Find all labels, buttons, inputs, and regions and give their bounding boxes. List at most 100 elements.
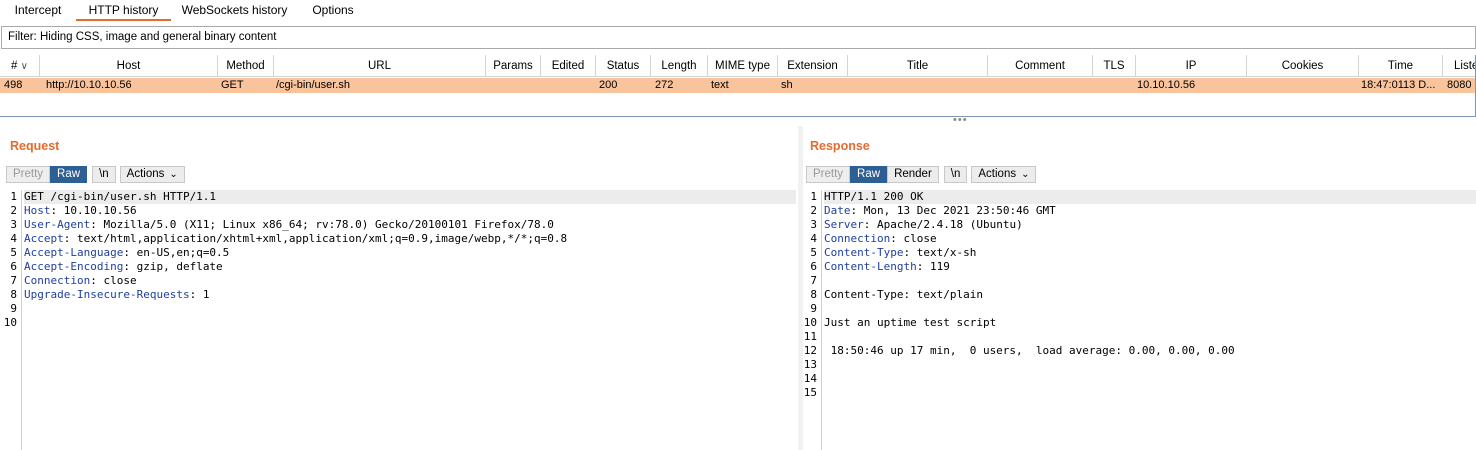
line-number: 12: [803, 344, 817, 357]
header-value: Just an uptime test script: [824, 316, 997, 329]
header-value: GET /cgi-bin/user.sh HTTP/1.1: [24, 190, 217, 203]
editor-line: Upgrade-Insecure-Requests: 1: [24, 288, 796, 302]
request-pretty-button[interactable]: Pretty: [6, 165, 51, 183]
header-value: : text/x-sh: [903, 246, 977, 259]
header-value: : close: [90, 274, 137, 287]
response-line-gutter: 1 2 3 4 5 6 7 8 9 10 11 12 13 14 15: [800, 190, 822, 450]
response-editor[interactable]: 1 2 3 4 5 6 7 8 9 10 11 12 13 14 15 HTTP/1.1 200 OK Dat…: [800, 190, 1476, 450]
column-header-host[interactable]: Host: [40, 55, 218, 77]
header-value: : 10.10.10.56: [50, 204, 137, 217]
line-number: 11: [803, 330, 817, 343]
cell-comment: [988, 78, 1093, 93]
header-name: Content-Type: [824, 246, 904, 259]
header-value: HTTP/1.1 200 OK: [824, 190, 924, 203]
column-header-ip[interactable]: IP: [1136, 55, 1247, 77]
line-number: 8: [10, 288, 17, 301]
filter-bar[interactable]: Filter: Hiding CSS, image and general bi…: [1, 26, 1476, 49]
column-header-time[interactable]: Time: [1359, 55, 1443, 77]
header-name: Host: [24, 204, 51, 217]
cell-method: GET: [221, 79, 244, 91]
response-view-toggle: Pretty Raw Render: [806, 165, 939, 183]
header-name: Server: [824, 218, 864, 231]
cell-listener: 8080: [1447, 79, 1472, 91]
line-number: 9: [10, 302, 17, 315]
editor-line: Content-Type: text/plain: [824, 288, 1476, 302]
column-header-cookies[interactable]: Cookies: [1247, 55, 1359, 77]
line-number: 7: [810, 274, 817, 287]
split-divider-handle[interactable]: •••: [953, 115, 968, 126]
column-header-comment[interactable]: Comment: [988, 55, 1093, 77]
header-name: Accept: [24, 232, 64, 245]
column-header-length[interactable]: Length: [651, 55, 708, 77]
line-number: 3: [810, 218, 817, 231]
column-header-title[interactable]: Title: [848, 55, 988, 77]
line-number: 2: [10, 204, 17, 217]
cell-cookies: [1247, 78, 1359, 93]
column-header-method[interactable]: Method: [218, 55, 274, 77]
column-header-extension[interactable]: Extension: [778, 55, 848, 77]
line-number: 14: [803, 372, 817, 385]
editor-line: Accept-Encoding: gzip, deflate: [24, 260, 796, 274]
request-text: GET /cgi-bin/user.sh HTTP/1.1 Host: 10.10…: [24, 190, 796, 330]
column-header-mime-type[interactable]: MIME type: [708, 55, 778, 77]
editor-line: Content-Type: text/x-sh: [824, 246, 1476, 260]
header-value: : Mon, 13 Dec 2021 23:50:46 GMT: [850, 204, 1056, 217]
header-name: Content-Length: [824, 260, 917, 273]
response-render-button[interactable]: Render: [887, 165, 939, 183]
cell-url: /cgi-bin/user.sh: [276, 79, 350, 91]
response-pretty-button[interactable]: Pretty: [806, 165, 851, 183]
line-number: 3: [10, 218, 17, 231]
cell-extension: sh: [781, 79, 793, 91]
column-header-edited[interactable]: Edited: [541, 55, 596, 77]
request-actions-button[interactable]: Actions ⌄: [119, 165, 185, 183]
editor-line: Server: Apache/2.4.18 (Ubuntu): [824, 218, 1476, 232]
tab-intercept[interactable]: Intercept: [0, 0, 76, 21]
tab-websockets-history[interactable]: WebSockets history: [171, 0, 298, 21]
column-header-number[interactable]: # ∨: [0, 55, 40, 77]
table-header: # ∨ Host Method URL Params Edited Status…: [0, 55, 1475, 77]
response-actions-button[interactable]: Actions ⌄: [971, 165, 1037, 183]
cell-ip: 10.10.10.56: [1137, 79, 1196, 91]
request-newline-button[interactable]: \n: [92, 165, 116, 183]
line-number: 5: [10, 246, 17, 259]
header-value: : close: [890, 232, 937, 245]
editor-line: GET /cgi-bin/user.sh HTTP/1.1: [24, 190, 796, 204]
request-editor[interactable]: 1 2 3 4 5 6 7 8 9 10 GET /cgi-bin/user.sh HTTP/1.…: [0, 190, 796, 450]
header-name: Connection: [824, 232, 891, 245]
line-number: 4: [810, 232, 817, 245]
header-name: Upgrade-Insecure-Requests: [24, 288, 190, 301]
cell-time: 18:47:0113 D...: [1361, 79, 1436, 91]
column-header-url[interactable]: URL: [274, 55, 486, 77]
tab-http-history[interactable]: HTTP history: [76, 0, 171, 21]
editor-line: Connection: close: [24, 274, 796, 288]
line-number: 1: [810, 190, 817, 203]
response-newline-button[interactable]: \n: [943, 165, 968, 183]
line-number: 15: [803, 386, 817, 399]
cell-length: 272: [655, 79, 674, 91]
header-value: 18:50:46 up 17 min, 0 users, load averag…: [824, 344, 1235, 357]
response-raw-button[interactable]: Raw: [850, 165, 888, 183]
editor-line: Connection: close: [824, 232, 1476, 246]
editor-line: Accept-Language: en-US,en;q=0.5: [24, 246, 796, 260]
editor-line: Just an uptime test script: [824, 316, 1476, 330]
editor-line: Accept: text/html,application/xhtml+xml,…: [24, 232, 796, 246]
column-header-params[interactable]: Params: [486, 55, 541, 77]
response-title: Response: [810, 139, 870, 153]
column-header-tls[interactable]: TLS: [1093, 55, 1136, 77]
table-row[interactable]: 498 http://10.10.10.56 GET /cgi-bin/user…: [0, 78, 1475, 93]
request-title: Request: [10, 139, 60, 153]
editor-line: Content-Length: 119: [824, 260, 1476, 274]
response-toolbar: Pretty Raw Render \n Actions ⌄: [806, 165, 1040, 183]
request-line-gutter: 1 2 3 4 5 6 7 8 9 10: [0, 190, 22, 450]
request-raw-button[interactable]: Raw: [50, 165, 88, 183]
header-value: : en-US,en;q=0.5: [123, 246, 230, 259]
tab-options[interactable]: Options: [298, 0, 368, 21]
line-number: 9: [810, 302, 817, 315]
column-header-listener[interactable]: Listen: [1443, 55, 1475, 77]
column-header-status[interactable]: Status: [596, 55, 651, 77]
